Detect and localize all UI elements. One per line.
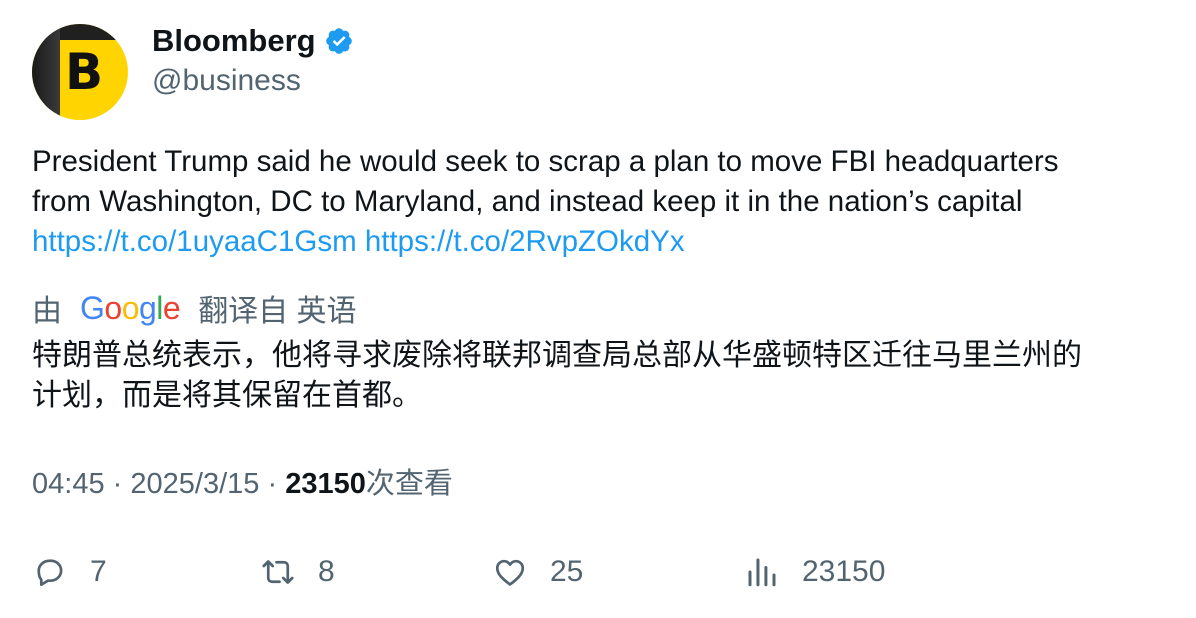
translated-text-line: 特朗普总统表示，他将寻求废除将联邦调查局总部从华盛顿特区迁往马里兰州的 — [32, 339, 1082, 372]
google-logo-letter: e — [162, 289, 181, 326]
meta-separator: · — [112, 468, 123, 500]
views-chart-icon — [748, 558, 776, 587]
tweet-link[interactable]: https://t.co/2RvpZOkdYx — [365, 225, 685, 258]
retweet-count: 8 — [318, 555, 335, 588]
translated-text: 特朗普总统表示，他将寻求废除将联邦调查局总部从华盛顿特区迁往马里兰州的 计划，而… — [32, 336, 1172, 416]
avatar-letter: B — [64, 43, 104, 101]
translated-text-line: 计划，而是将其保留在首都。 — [32, 379, 422, 412]
tweet-text-line: from Washington, DC to Maryland, and ins… — [32, 185, 1023, 218]
google-logo-letter: g — [138, 289, 157, 326]
avatar[interactable]: B — [32, 24, 128, 120]
tweet-links: https://t.co/1uyaaC1Gsm https://t.co/2Rv… — [32, 222, 1172, 262]
author-display-name[interactable]: Bloomberg — [152, 22, 316, 60]
reply-button[interactable]: 7 — [32, 550, 107, 594]
tweet-time[interactable]: 04:45 — [32, 468, 105, 500]
verified-badge-icon — [324, 26, 354, 56]
google-logo-letter: l — [156, 289, 163, 326]
meta-separator: · — [267, 468, 278, 500]
author-handle[interactable]: @business — [152, 62, 301, 100]
google-logo-letter: o — [104, 289, 122, 326]
tweet-text-line: President Trump said he would seek to sc… — [32, 145, 1059, 178]
reply-count: 7 — [90, 555, 107, 588]
translation-prefix: 由 — [32, 295, 62, 328]
avatar-shade — [32, 24, 60, 120]
meta-views-label: 次查看 — [365, 468, 453, 500]
translation-attribution: 由 Google 翻译自 英语 — [32, 288, 357, 329]
google-logo-letter: o — [121, 289, 140, 326]
tweet-meta: 04:45 · 2025/3/15 · 23150次查看 — [32, 464, 453, 504]
retweet-button[interactable]: 8 — [260, 550, 335, 594]
like-count: 25 — [550, 555, 584, 588]
like-button[interactable]: 25 — [492, 550, 583, 594]
author-display-name-row[interactable]: Bloomberg — [152, 22, 354, 60]
heart-icon — [495, 559, 525, 586]
translation-suffix: 翻译自 英语 — [198, 295, 357, 328]
tweet-date[interactable]: 2025/3/15 — [130, 468, 259, 500]
retweet-icon — [262, 560, 294, 584]
reply-icon — [37, 559, 63, 587]
tweet-link[interactable]: https://t.co/1uyaaC1Gsm — [32, 225, 357, 258]
meta-views-count: 23150 — [285, 468, 366, 500]
action-bar: 7 8 25 23150 — [32, 550, 1172, 594]
views-count: 23150 — [802, 555, 886, 588]
views-button[interactable]: 23150 — [744, 550, 885, 594]
google-logo-letter: G — [80, 289, 105, 326]
tweet-text: President Trump said he would seek to sc… — [32, 142, 1172, 262]
google-logo: Google — [80, 289, 181, 327]
